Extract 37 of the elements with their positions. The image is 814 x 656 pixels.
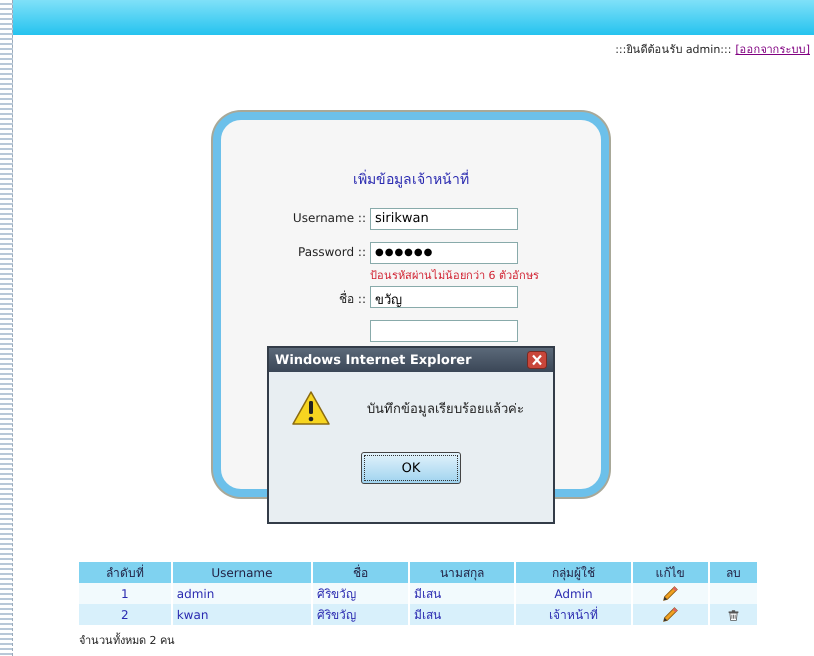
- table-cell: มีเสน: [408, 583, 516, 604]
- password-hint: ป้อนรหัสผ่านไม่น้อยกว่า 6 ตัวอักษร: [370, 268, 539, 284]
- trash-icon[interactable]: [726, 608, 740, 622]
- warning-icon: [291, 390, 331, 426]
- table-cell: ศิริขวัญ: [312, 604, 409, 625]
- welcome-text: :::ยินดีต้อนรับ admin:::: [615, 42, 732, 58]
- field-label: Username ::: [292, 210, 367, 225]
- field-label: ชื่อ ::: [338, 290, 367, 308]
- table-cell: 1: [79, 583, 172, 604]
- column-header: Username: [172, 562, 312, 583]
- table-cell: เจ้าหน้าที่: [515, 604, 632, 625]
- table-cell: admin: [172, 583, 312, 604]
- pencil-icon[interactable]: [661, 606, 680, 624]
- table-cell: 2: [79, 604, 172, 625]
- column-header: ลำดับที่: [79, 562, 172, 583]
- ok-button[interactable]: OK: [361, 452, 461, 484]
- column-header: ลบ: [708, 562, 758, 583]
- table-cell: มีเสน: [408, 604, 516, 625]
- input-field[interactable]: ●●●●●●: [370, 242, 518, 264]
- total-count: จำนวนทั้งหมด 2 คน: [79, 632, 176, 649]
- table-cell: ศิริขวัญ: [312, 583, 409, 604]
- logout-link[interactable]: [ออกจากระบบ]: [735, 40, 810, 58]
- input-field[interactable]: ขวัญ: [370, 286, 518, 308]
- table-cell: kwan: [172, 604, 312, 625]
- column-header: ชื่อ: [312, 562, 409, 583]
- column-header: นามสกุล: [408, 562, 516, 583]
- column-header: กลุ่มผู้ใช้: [515, 562, 632, 583]
- dialog-message: บันทึกข้อมูลเรียบร้อยแล้วค่ะ: [367, 400, 524, 418]
- input-field[interactable]: sirikwan: [370, 208, 518, 230]
- dialog-title: Windows Internet Explorer: [275, 352, 472, 368]
- input-field[interactable]: [370, 320, 518, 342]
- close-icon[interactable]: [527, 351, 547, 369]
- field-label: Password ::: [297, 244, 367, 259]
- column-header: แก้ไข: [632, 562, 709, 583]
- table-cell: Admin: [515, 583, 632, 604]
- form-title: เพิ่มข้อมูลเจ้าหน้าที่: [221, 168, 601, 190]
- pencil-icon[interactable]: [661, 584, 680, 602]
